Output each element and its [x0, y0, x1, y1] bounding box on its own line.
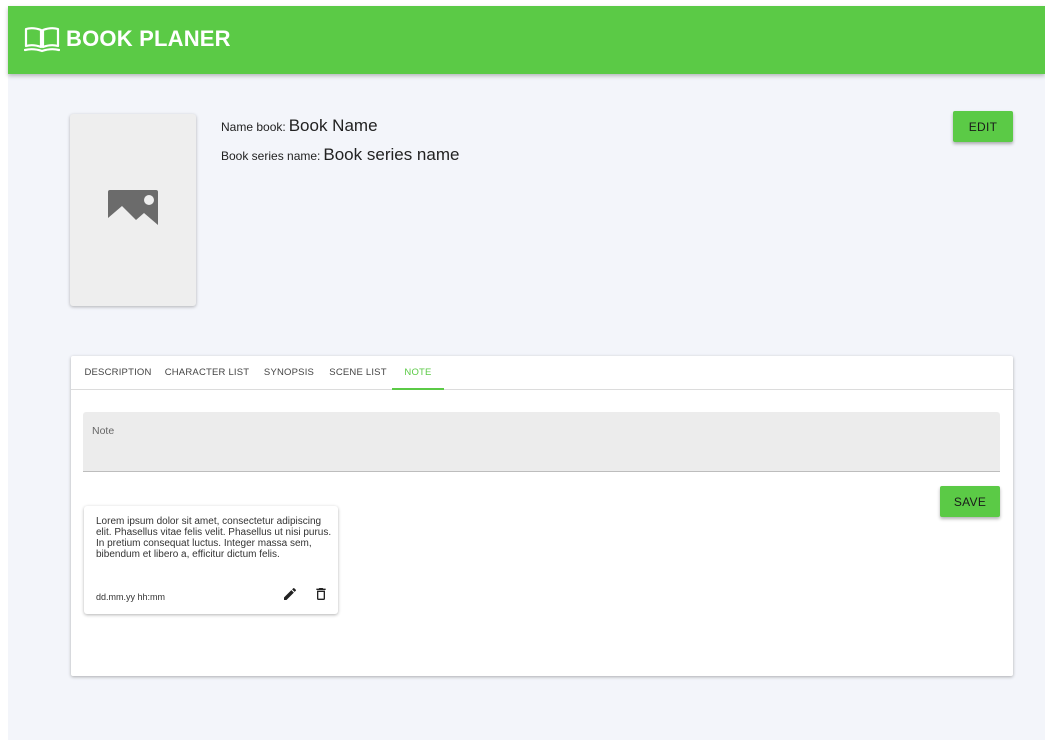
book-open-icon [23, 26, 61, 54]
note-text: Lorem ipsum dolor sit amet, consectetur … [96, 516, 332, 560]
book-details-panel: DESCRIPTION CHARACTER LIST SYNOPSIS SCEN… [71, 356, 1013, 676]
note-card: Lorem ipsum dolor sit amet, consectetur … [84, 506, 338, 614]
trash-icon[interactable] [313, 586, 329, 602]
save-button[interactable]: SAVE [940, 486, 1000, 517]
book-name-value: Book Name [288, 116, 378, 135]
app-title: BOOK PLANER [66, 26, 231, 51]
book-series-value: Book series name [323, 145, 460, 164]
note-field[interactable]: Note [83, 412, 1000, 472]
app-bar: BOOK PLANER [8, 6, 1045, 74]
book-name-label: Name book: [221, 120, 286, 134]
tab-note[interactable]: NOTE [392, 356, 444, 390]
note-date: dd.mm.yy hh:mm [96, 592, 166, 602]
book-name-row: Name book: Book Name [221, 116, 378, 136]
book-cover[interactable] [70, 114, 196, 306]
tab-scene-list[interactable]: SCENE LIST [326, 356, 390, 389]
image-placeholder-icon [108, 190, 158, 230]
book-series-label: Book series name: [221, 149, 321, 163]
tab-description[interactable]: DESCRIPTION [79, 356, 157, 389]
pencil-icon[interactable] [282, 586, 298, 602]
tab-bar: DESCRIPTION CHARACTER LIST SYNOPSIS SCEN… [71, 356, 1013, 390]
tab-synopsis[interactable]: SYNOPSIS [260, 356, 318, 389]
app-frame: BOOK PLANER Name book: Book Name Book ser… [8, 6, 1045, 740]
note-input[interactable] [83, 412, 1000, 471]
book-series-row: Book series name: Book series name [221, 145, 459, 165]
tab-character-list[interactable]: CHARACTER LIST [163, 356, 251, 389]
edit-button[interactable]: EDIT [953, 111, 1013, 142]
